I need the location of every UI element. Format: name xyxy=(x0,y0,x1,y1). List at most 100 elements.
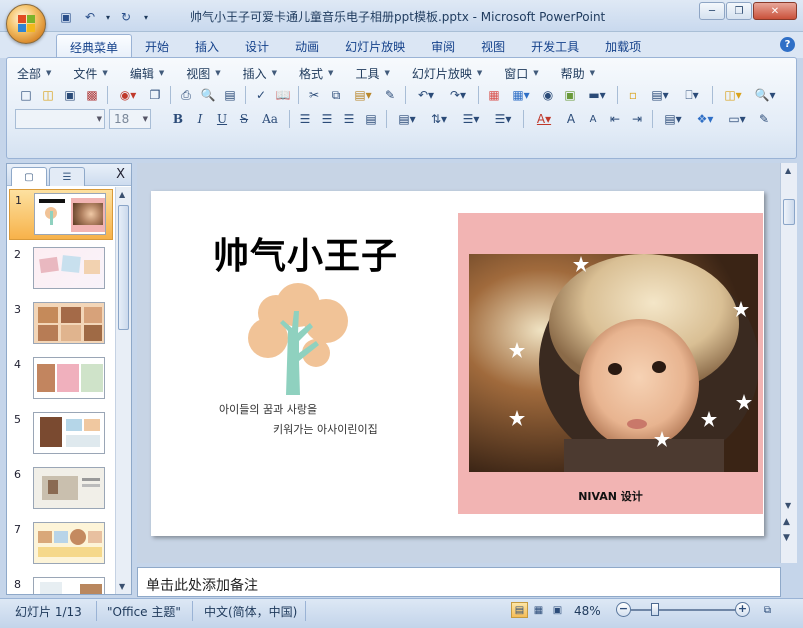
photo-frame[interactable]: NIVAN 设计 xyxy=(458,213,763,514)
align-right-icon[interactable]: ☰ xyxy=(338,109,360,129)
shape-outline-icon[interactable]: ▭▾ xyxy=(721,109,753,129)
redo-icon[interactable]: ↷▾ xyxy=(442,85,474,105)
fit-to-window-icon[interactable]: ⧉ xyxy=(759,602,776,618)
zoom-slider-knob[interactable] xyxy=(651,603,659,616)
tab-slideshow[interactable]: 幻灯片放映 xyxy=(332,34,418,58)
menu-slideshow[interactable]: 幻灯片放映 ▼ xyxy=(410,64,492,82)
decrease-indent-icon[interactable]: ⇤ xyxy=(604,109,626,129)
zoom-out-button[interactable]: − xyxy=(616,602,631,617)
draw-icon[interactable]: ✎ xyxy=(753,109,775,129)
customize-qat-icon[interactable]: ▾ xyxy=(140,8,152,26)
normal-view-icon[interactable]: ▤ xyxy=(511,602,528,618)
text-box-icon[interactable]: ⎕▾ xyxy=(676,85,708,105)
menu-view[interactable]: 视图 ▼ xyxy=(184,64,230,82)
permission-icon[interactable]: ◉▾ xyxy=(112,85,144,105)
restore-button[interactable]: ❐ xyxy=(726,2,752,20)
language-indicator[interactable]: 中文(简体，中国) xyxy=(204,602,297,620)
scroll-up-icon[interactable]: ▲ xyxy=(785,166,791,175)
tab-animation[interactable]: 动画 xyxy=(282,34,332,58)
minimize-button[interactable]: ─ xyxy=(699,2,725,20)
research-icon[interactable]: 📖 xyxy=(272,85,294,105)
scrollbar-thumb[interactable] xyxy=(118,205,129,330)
insert-clipart-icon[interactable]: ◉ xyxy=(537,85,559,105)
zoom-icon[interactable]: 🔍▾ xyxy=(749,85,781,105)
font-size-combo[interactable]: 18 ▼ xyxy=(109,109,151,129)
folder-icon[interactable]: ◫▾ xyxy=(717,85,749,105)
cut-icon[interactable]: ✂ xyxy=(303,85,325,105)
tab-insert[interactable]: 插入 xyxy=(182,34,232,58)
menu-all[interactable]: 全部 ▼ xyxy=(15,64,61,82)
office-button[interactable] xyxy=(6,4,46,44)
arrange-icon[interactable]: ▤▾ xyxy=(657,109,689,129)
redo-icon[interactable]: ↻ xyxy=(116,8,136,26)
menu-format[interactable]: 格式 ▼ xyxy=(297,64,343,82)
new-slide-icon[interactable]: ▫ xyxy=(622,85,644,105)
italic-button[interactable]: I xyxy=(189,109,211,129)
justify-icon[interactable]: ▤ xyxy=(360,109,382,129)
scrollbar-thumb[interactable] xyxy=(783,199,795,225)
change-case-button[interactable]: Aa xyxy=(255,109,285,129)
zoom-level[interactable]: 48% xyxy=(574,602,601,620)
strikethrough-button[interactable]: S xyxy=(233,109,255,129)
zoom-slider-track[interactable] xyxy=(631,609,735,611)
slide-thumbnail[interactable]: 5 xyxy=(7,407,115,462)
print-icon[interactable]: ⎙ xyxy=(175,85,197,105)
insert-picture-icon[interactable]: ▣ xyxy=(559,85,581,105)
next-slide-icon[interactable]: ▼ xyxy=(783,533,790,543)
slide-thumbnail[interactable]: 4 xyxy=(7,352,115,407)
paste-icon[interactable]: ▤▾ xyxy=(347,85,379,105)
shape-fill-icon[interactable]: ❖▾ xyxy=(689,109,721,129)
menu-edit[interactable]: 编辑 ▼ xyxy=(128,64,174,82)
slideshow-view-icon[interactable]: ▣ xyxy=(549,602,566,618)
underline-button[interactable]: U xyxy=(211,109,233,129)
columns-icon[interactable]: ▤▾ xyxy=(391,109,423,129)
font-name-combo[interactable]: ▼ xyxy=(15,109,105,129)
align-left-icon[interactable]: ☰ xyxy=(294,109,316,129)
baby-photo[interactable] xyxy=(469,254,758,472)
insert-chart-icon[interactable]: ▦ xyxy=(483,85,505,105)
undo-icon[interactable]: ↶▾ xyxy=(410,85,442,105)
tab-home[interactable]: 开始 xyxy=(132,34,182,58)
menu-help[interactable]: 帮助 ▼ xyxy=(559,64,605,82)
tab-classic-menu[interactable]: 经典菜单 xyxy=(56,34,133,58)
slide-thumbnail[interactable]: 7 xyxy=(7,517,115,572)
close-panel-icon[interactable]: X xyxy=(116,167,125,182)
undo-icon[interactable]: ↶ xyxy=(80,8,100,26)
color-grayscale-icon[interactable]: ▬▾ xyxy=(581,85,613,105)
format-painter-icon[interactable]: ✎ xyxy=(379,85,401,105)
slide-canvas[interactable]: 帅气小王子 아이들의 꿈과 사랑을 키워가는 아사이린이집 NIVAN 设计 xyxy=(151,191,764,536)
slide-title[interactable]: 帅气小王子 xyxy=(213,227,398,279)
slide-thumbnail[interactable]: 8 xyxy=(7,572,115,594)
menu-tools[interactable]: 工具 ▼ xyxy=(353,64,399,82)
tab-developer[interactable]: 开发工具 xyxy=(518,34,592,58)
quick-print-icon[interactable]: ▤ xyxy=(219,85,241,105)
slides-tab[interactable]: ▢ xyxy=(11,167,47,186)
theme-name[interactable]: "Office 主题" xyxy=(107,602,181,620)
slide-scrollbar[interactable]: ▲ ▼ ▲ ▼ xyxy=(780,163,797,563)
grow-font-icon[interactable]: A xyxy=(560,109,582,129)
spelling-icon[interactable]: ✓ xyxy=(250,85,272,105)
bold-button[interactable]: B xyxy=(167,109,189,129)
numbering-icon[interactable]: ☰▾ xyxy=(455,109,487,129)
save-as-icon[interactable]: ▩ xyxy=(81,85,103,105)
slide-thumbnail[interactable]: 3 xyxy=(7,297,115,352)
help-icon[interactable]: ? xyxy=(780,37,795,52)
increase-indent-icon[interactable]: ⇥ xyxy=(626,109,648,129)
document-properties-icon[interactable]: ❐ xyxy=(144,85,166,105)
tab-addins[interactable]: 加载项 xyxy=(592,34,654,58)
font-color-icon[interactable]: A▾ xyxy=(528,109,560,129)
save-icon[interactable]: ▣ xyxy=(56,8,76,26)
menu-file[interactable]: 文件 ▼ xyxy=(71,64,117,82)
tab-design[interactable]: 设计 xyxy=(232,34,282,58)
notes-pane[interactable]: 单击此处添加备注 xyxy=(137,567,781,597)
slide-thumbnail[interactable]: 6 xyxy=(7,462,115,517)
slide-thumbnail[interactable]: 1 xyxy=(9,189,113,240)
menu-insert[interactable]: 插入 ▼ xyxy=(241,64,287,82)
scroll-down-icon[interactable]: ▼ xyxy=(785,501,791,510)
zoom-in-button[interactable]: + xyxy=(735,602,750,617)
print-preview-icon[interactable]: 🔍 xyxy=(197,85,219,105)
open-folder-icon[interactable]: ◫ xyxy=(37,85,59,105)
slide-layout-icon[interactable]: ▤▾ xyxy=(644,85,676,105)
notes-placeholder[interactable]: 单击此处添加备注 xyxy=(146,575,258,595)
outline-tab[interactable]: ☰ xyxy=(49,167,85,186)
